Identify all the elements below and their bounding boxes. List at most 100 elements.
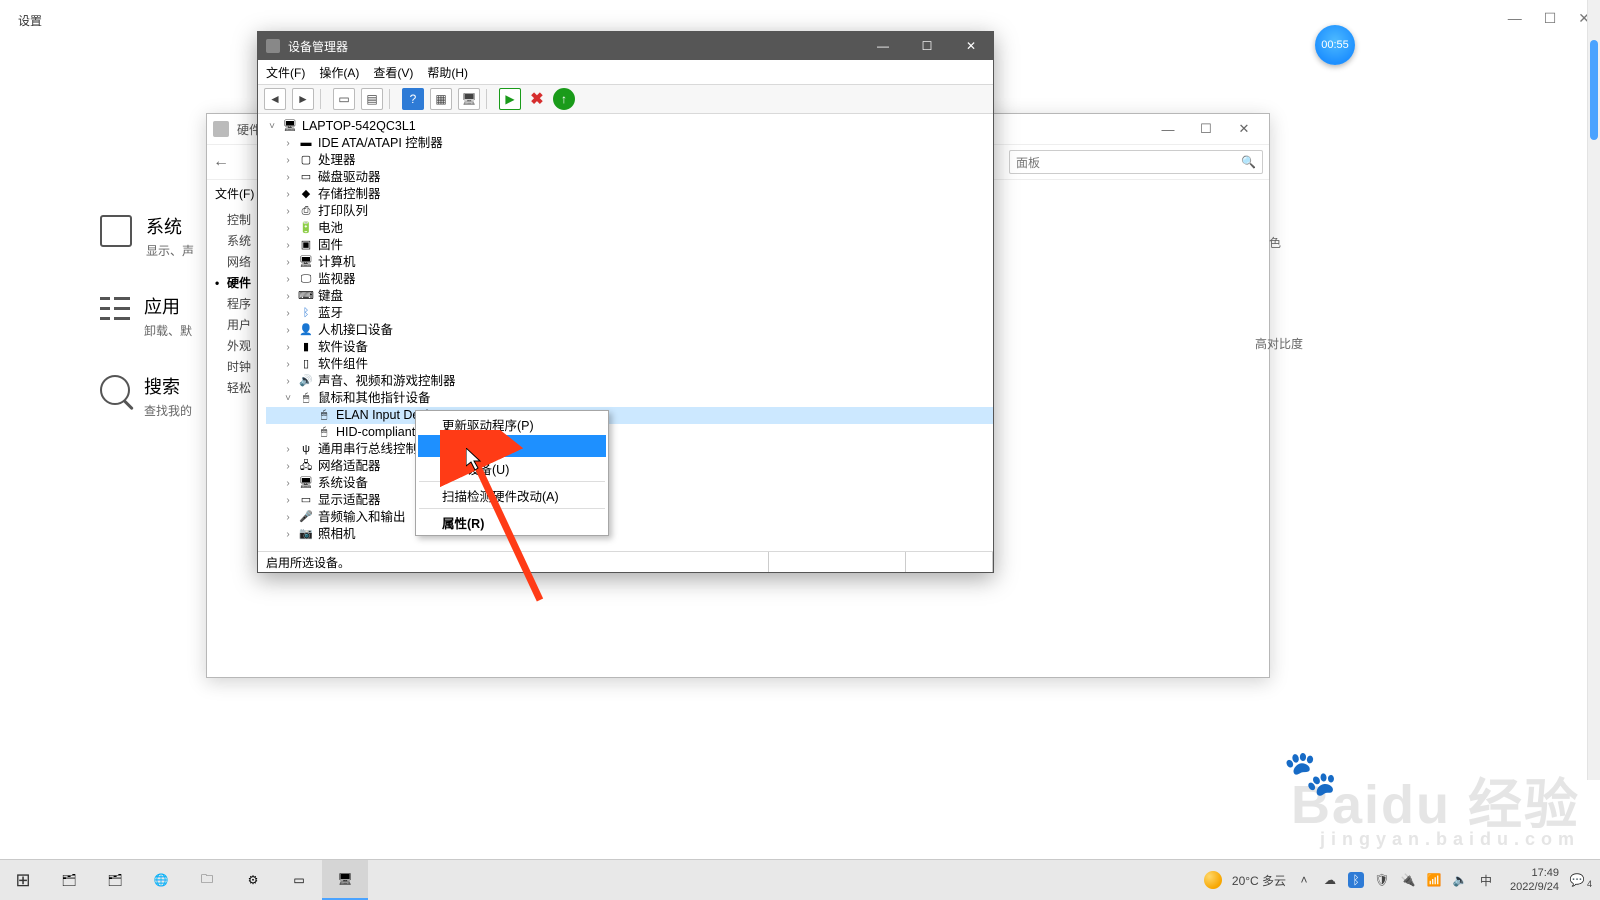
dm-menu-action[interactable]: 操作(A) bbox=[319, 64, 359, 81]
ctx-enable-device[interactable]: 启用设备(E) bbox=[418, 435, 606, 457]
toolbar-disable-icon[interactable]: ✖ bbox=[527, 89, 547, 109]
taskbar-app-settings[interactable]: ⚙ bbox=[230, 860, 276, 900]
cp-max-button[interactable]: ☐ bbox=[1187, 121, 1225, 137]
dm-menu-help[interactable]: 帮助(H) bbox=[427, 64, 468, 81]
toolbar-properties-icon[interactable]: ▤ bbox=[361, 88, 383, 110]
tree-cat-computer[interactable]: ›🖥计算机 bbox=[266, 254, 993, 271]
tray-security-icon[interactable]: 🛡 bbox=[1374, 872, 1390, 888]
bluetooth-icon: ᛒ bbox=[298, 307, 314, 321]
tree-cat-disk[interactable]: ›▭磁盘驱动器 bbox=[266, 169, 993, 186]
toolbar-scan-icon[interactable]: ▦ bbox=[430, 88, 452, 110]
ctx-update-driver[interactable]: 更新驱动程序(P) bbox=[418, 413, 606, 435]
tree-root[interactable]: ˅🖥LAPTOP-542QC3L1 bbox=[266, 118, 993, 135]
device-manager-window: 设备管理器 — ☐ ✕ 文件(F) 操作(A) 查看(V) 帮助(H) ◄ ► … bbox=[257, 31, 994, 573]
settings-min-button[interactable]: — bbox=[1508, 10, 1522, 27]
ctx-uninstall-device[interactable]: 卸载设备(U) bbox=[418, 457, 606, 479]
recording-timer[interactable]: 00:55 bbox=[1315, 25, 1355, 65]
clock-time: 17:49 bbox=[1531, 866, 1559, 880]
toolbar-show-hide-icon[interactable]: ▭ bbox=[333, 88, 355, 110]
taskbar-app-chrome[interactable]: 🌐 bbox=[138, 860, 184, 900]
watermark-sub: jingyan.baidu.com bbox=[1291, 830, 1580, 848]
search-icon: 🔍 bbox=[1241, 155, 1256, 169]
tray-wifi-icon[interactable]: 📶 bbox=[1426, 872, 1442, 888]
dm-max-button[interactable]: ☐ bbox=[905, 32, 949, 60]
hid-icon: 👤 bbox=[298, 324, 314, 338]
ctx-properties[interactable]: 属性(R) bbox=[418, 511, 606, 533]
tree-cat-swdev[interactable]: ›▮软件设备 bbox=[266, 339, 993, 356]
tree-item-elan[interactable]: 🖱ELAN Input Device bbox=[266, 407, 993, 424]
tree-cat-bluetooth[interactable]: ›ᛒ蓝牙 bbox=[266, 305, 993, 322]
settings-max-button[interactable]: ☐ bbox=[1544, 10, 1557, 27]
tray-notifications-icon[interactable]: 💬 bbox=[1569, 872, 1585, 888]
network-icon: 🖧 bbox=[298, 460, 314, 474]
cp-menu-file[interactable]: 文件(F) bbox=[215, 185, 254, 202]
cpu-icon: ▢ bbox=[298, 154, 314, 168]
tree-cat-print[interactable]: ›⎙打印队列 bbox=[266, 203, 993, 220]
tree-cat-mouse[interactable]: ˅🖱鼠标和其他指针设备 bbox=[266, 390, 993, 407]
cp-right-truncated-text: 高对比度 bbox=[1255, 335, 1303, 352]
tree-cat-net[interactable]: ›🖧网络适配器 bbox=[266, 458, 993, 475]
scroll-thumb[interactable] bbox=[1590, 40, 1598, 140]
tree-cat-audio[interactable]: ›🎤音频输入和输出 bbox=[266, 509, 993, 526]
tree-cat-monitor[interactable]: ›🖵监视器 bbox=[266, 271, 993, 288]
tray-ime-icon[interactable]: 中 bbox=[1478, 872, 1494, 888]
tree-cat-firmware[interactable]: ›▣固件 bbox=[266, 237, 993, 254]
start-button[interactable]: ⊞ bbox=[0, 860, 46, 900]
dm-close-button[interactable]: ✕ bbox=[949, 32, 993, 60]
ctx-scan-hardware[interactable]: 扫描检测硬件改动(A) bbox=[418, 484, 606, 506]
taskbar-app-device-manager[interactable]: 🖥 bbox=[322, 860, 368, 900]
weather-text[interactable]: 20°C 多云 bbox=[1232, 872, 1286, 889]
tree-cat-swcomp[interactable]: ›▯软件组件 bbox=[266, 356, 993, 373]
dm-menubar: 文件(F) 操作(A) 查看(V) 帮助(H) bbox=[258, 60, 993, 85]
tree-cat-usb[interactable]: ›ψ通用串行总线控制器 bbox=[266, 441, 993, 458]
dm-device-tree[interactable]: ˅🖥LAPTOP-542QC3L1 ›▬IDE ATA/ATAPI 控制器 ›▢… bbox=[258, 114, 993, 552]
toolbar-help-icon[interactable]: ? bbox=[402, 88, 424, 110]
tree-cat-storage[interactable]: ›◆存储控制器 bbox=[266, 186, 993, 203]
cp-search-box[interactable]: 面板 🔍 bbox=[1009, 150, 1263, 174]
dm-app-icon bbox=[266, 39, 280, 53]
disk-icon: ▭ bbox=[298, 171, 314, 185]
tray-clock[interactable]: 17:49 2022/9/24 bbox=[1510, 866, 1559, 894]
cp-min-button[interactable]: — bbox=[1149, 122, 1187, 137]
cp-back-button[interactable]: ← bbox=[213, 153, 229, 171]
toolbar-forward-icon[interactable]: ► bbox=[292, 88, 314, 110]
computer-icon: 🖥 bbox=[282, 120, 298, 134]
tray-power-icon[interactable]: 🔌 bbox=[1400, 872, 1416, 888]
dm-titlebar[interactable]: 设备管理器 — ☐ ✕ bbox=[258, 32, 993, 60]
tray-chevron-icon[interactable]: ˄ bbox=[1296, 872, 1312, 888]
dm-title-text: 设备管理器 bbox=[288, 38, 348, 55]
tray-bluetooth-icon[interactable]: ᛒ bbox=[1348, 872, 1364, 888]
taskbar-app-explorer[interactable]: 🗀 bbox=[184, 860, 230, 900]
dm-menu-view[interactable]: 查看(V) bbox=[373, 64, 413, 81]
cp-close-button[interactable]: ✕ bbox=[1225, 121, 1263, 137]
computer-icon: 🖥 bbox=[298, 256, 314, 270]
tree-cat-hid[interactable]: ›👤人机接口设备 bbox=[266, 322, 993, 339]
toolbar-enable-icon[interactable]: ▶ bbox=[499, 88, 521, 110]
dm-menu-file[interactable]: 文件(F) bbox=[266, 64, 305, 81]
ctx-separator bbox=[419, 481, 605, 482]
tree-cat-display[interactable]: ›▭显示适配器 bbox=[266, 492, 993, 509]
tree-item-hid-mouse[interactable]: 🖱HID-compliant bbox=[266, 424, 993, 441]
toolbar-monitor-icon[interactable]: 🖥 bbox=[458, 88, 480, 110]
tray-onedrive-icon[interactable]: ☁ bbox=[1322, 872, 1338, 888]
taskbar-app-2[interactable]: 🗂 bbox=[92, 860, 138, 900]
tree-cat-keyboard[interactable]: ›⌨键盘 bbox=[266, 288, 993, 305]
weather-icon[interactable] bbox=[1204, 871, 1222, 889]
tree-cat-cpu[interactable]: ›▢处理器 bbox=[266, 152, 993, 169]
tree-cat-sound[interactable]: ›🔊声音、视频和游戏控制器 bbox=[266, 373, 993, 390]
tray-volume-icon[interactable]: 🔈 bbox=[1452, 872, 1468, 888]
tree-cat-sysdev[interactable]: ›🖥系统设备 bbox=[266, 475, 993, 492]
tree-cat-ide[interactable]: ›▬IDE ATA/ATAPI 控制器 bbox=[266, 135, 993, 152]
tree-cat-battery[interactable]: ›🔋电池 bbox=[266, 220, 993, 237]
settings-nav-sub: 查找我的 bbox=[144, 402, 192, 419]
software-component-icon: ▯ bbox=[298, 358, 314, 372]
settings-nav-sub: 卸载、默 bbox=[144, 322, 192, 339]
dm-min-button[interactable]: — bbox=[861, 32, 905, 60]
tree-cat-camera[interactable]: ›📷照相机 bbox=[266, 526, 993, 543]
dm-status-text: 启用所选设备。 bbox=[258, 552, 769, 572]
taskbar-app-recorder[interactable]: ▭ bbox=[276, 860, 322, 900]
page-scrollbar[interactable] bbox=[1587, 0, 1600, 780]
toolbar-back-icon[interactable]: ◄ bbox=[264, 88, 286, 110]
toolbar-update-icon[interactable]: ↑ bbox=[553, 88, 575, 110]
taskbar-app-1[interactable]: 🗂 bbox=[46, 860, 92, 900]
